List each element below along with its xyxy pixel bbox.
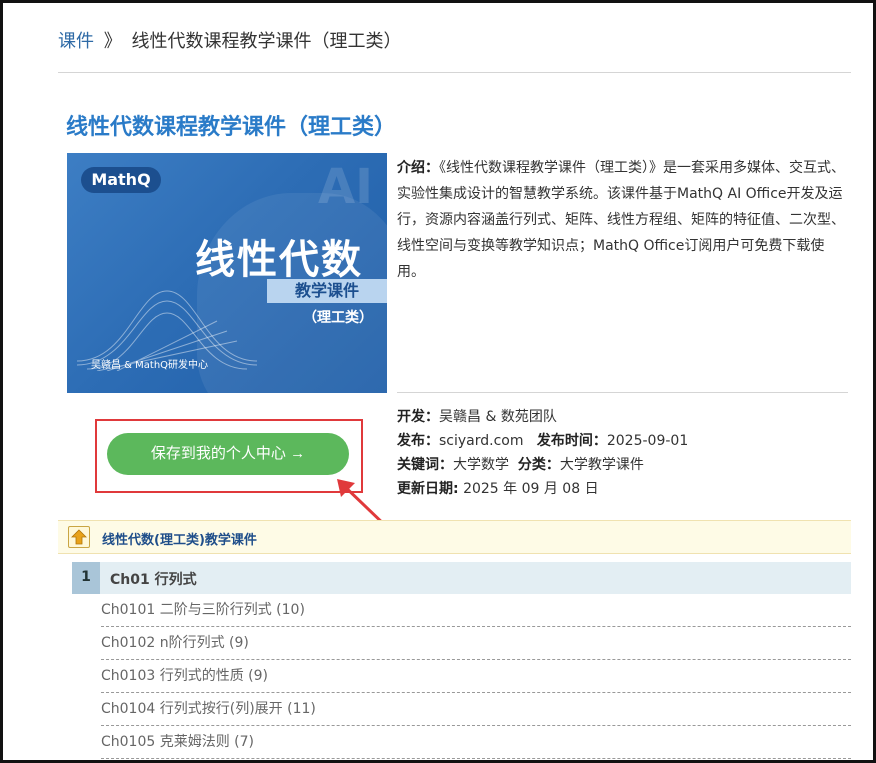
meta-publisher-label: 发布： (397, 433, 439, 449)
cover-title: 线性代数 (195, 237, 363, 283)
breadcrumb-current: 线性代数课程教学课件（理工类） (131, 31, 402, 52)
meta-updated-label: 更新日期: (397, 481, 459, 497)
cover-image: AI MathQ 线性代数 教学课件 （理工类） 吴赣昌 & MathQ研发中心 (67, 153, 387, 393)
meta-pubtime: 2025-09-01 (606, 433, 689, 449)
list-item[interactable]: Ch0103 行列式的性质 (9) (101, 660, 851, 693)
meta-category: 大学教学课件 (559, 457, 644, 473)
cover-tag: （理工类） (303, 310, 373, 326)
meta-developer-label: 开发： (397, 409, 439, 425)
meta-pubtime-label: 发布时间： (536, 433, 607, 449)
meta-category-label: 分类： (517, 457, 560, 473)
intro-label: 介绍： (397, 160, 439, 176)
breadcrumb: 课件 》 线性代数课程教学课件（理工类） (58, 27, 401, 53)
meta-updated-row: 更新日期: 2025 年 09 月 08 日 (397, 477, 688, 501)
up-arrow-icon (71, 529, 87, 545)
cover-subtitle: 教学课件 (267, 279, 387, 303)
cover-credit: 吴赣昌 & MathQ研发中心 (91, 360, 209, 371)
meta-developer: 吴赣昌 & 数苑团队 (439, 409, 557, 425)
chapter-label: Ch01 行列式 (110, 572, 197, 588)
page-frame: 课件 》 线性代数课程教学课件（理工类） 线性代数课程教学课件（理工类） AI … (0, 0, 876, 763)
cover-ai-mark: AI (317, 159, 373, 215)
intro-text: 介绍：《线性代数课程教学课件（理工类）》是一套采用多媒体、交互式、实验性集成设计… (397, 155, 849, 285)
meta-updated: 2025 年 09 月 08 日 (463, 481, 599, 497)
divider (397, 392, 848, 393)
breadcrumb-link-courseware[interactable]: 课件 (58, 31, 94, 52)
meta-info: 开发：吴赣昌 & 数苑团队 发布：sciyard.com 发布时间：2025-0… (397, 405, 688, 501)
page-title: 线性代数课程教学课件（理工类） (66, 115, 397, 140)
meta-developer-row: 开发：吴赣昌 & 数苑团队 (397, 405, 688, 429)
intro-body: 《线性代数课程教学课件（理工类）》是一套采用多媒体、交互式、实验性集成设计的智慧… (397, 160, 845, 280)
breadcrumb-separator: 》 (103, 31, 122, 52)
list-item[interactable]: Ch0101 二阶与三阶行列式 (10) (101, 594, 851, 627)
section-header: 线性代数(理工类)教学课件 (58, 520, 851, 554)
meta-publish-row: 发布：sciyard.com 发布时间：2025-09-01 (397, 429, 688, 453)
cover-logo: MathQ (81, 167, 161, 193)
list-item[interactable]: Ch0102 n阶行列式 (9) (101, 627, 851, 660)
chapter-header[interactable]: 1 Ch01 行列式 (72, 562, 851, 594)
chapter-number: 1 (72, 562, 100, 594)
up-arrow-button[interactable] (68, 526, 90, 548)
meta-keywords-label: 关键词： (397, 457, 453, 473)
lesson-list: Ch0101 二阶与三阶行列式 (10) Ch0102 n阶行列式 (9) Ch… (101, 594, 851, 759)
divider (58, 72, 851, 73)
meta-keywords-row: 关键词：大学数学 分类：大学教学课件 (397, 453, 688, 477)
meta-publisher: sciyard.com (439, 433, 524, 449)
meta-keywords: 大学数学 (453, 457, 509, 473)
section-title[interactable]: 线性代数(理工类)教学课件 (102, 529, 257, 548)
list-item[interactable]: Ch0104 行列式按行(列)展开 (11) (101, 693, 851, 726)
list-item[interactable]: Ch0105 克莱姆法则 (7) (101, 726, 851, 759)
save-to-personal-center-button[interactable]: 保存到我的个人中心 → (107, 433, 349, 475)
